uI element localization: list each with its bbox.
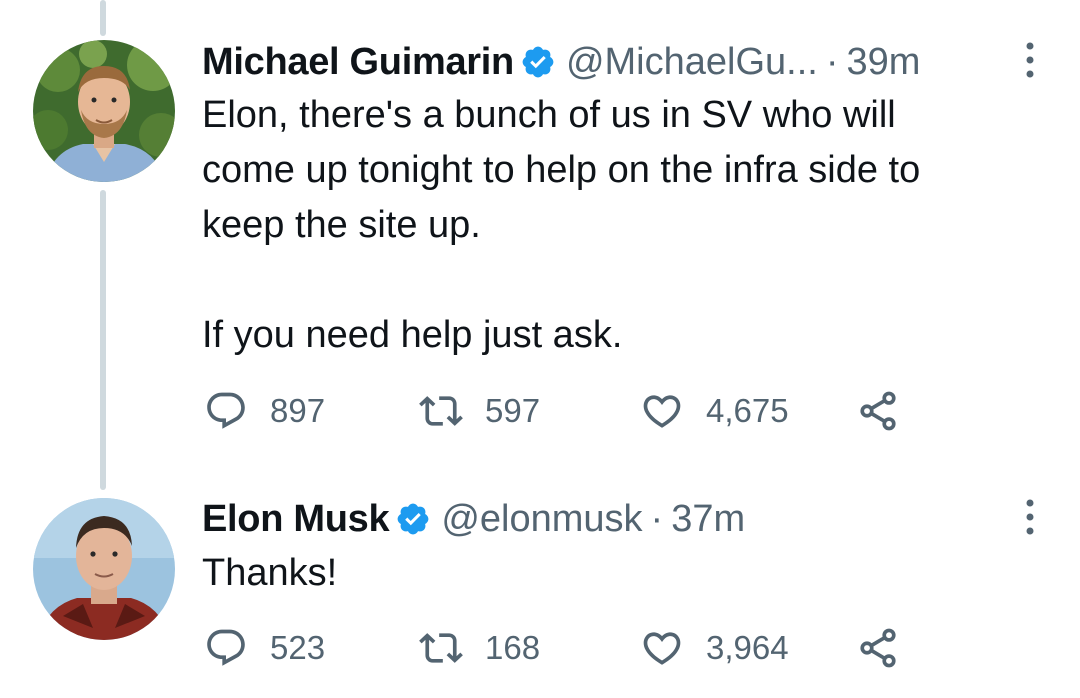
like-button[interactable]: 3,964 [640,625,789,671]
tweet-actions: 897 597 4,675 [204,388,964,434]
heart-icon [643,395,681,428]
tweet[interactable]: Michael Guimarin @MichaelGu... · 39m Elo… [0,0,1080,460]
verified-badge-icon [397,503,429,535]
retweet-button[interactable]: 597 [419,388,540,434]
timestamp[interactable]: 37m [671,498,745,541]
author-handle[interactable]: @MichaelGu... [566,41,818,84]
tweet-actions: 523 168 3,964 [204,625,964,671]
reply-button[interactable]: 523 [204,625,325,671]
like-button[interactable]: 4,675 [640,388,789,434]
tweet-header: Michael Guimarin @MichaelGu... · 39m [202,37,1040,87]
author-name[interactable]: Elon Musk [202,498,390,541]
more-options-icon[interactable] [1024,497,1036,537]
tweet-text: Elon, there's a bunch of us in SV who wi… [202,94,921,356]
author-name[interactable]: Michael Guimarin [202,41,514,84]
retweet-count: 168 [485,629,541,666]
more-options-icon[interactable] [1024,40,1036,80]
reply-count: 897 [270,392,326,429]
share-icon [860,391,896,431]
share-icon [860,628,896,668]
verified-badge-icon [522,46,554,78]
heart-icon [643,632,681,665]
separator-dot: · [825,40,839,83]
share-button[interactable] [856,625,900,671]
author-handle[interactable]: @elonmusk [441,498,642,541]
retweet-icon [419,396,463,426]
tweet-text: Thanks! [202,552,338,594]
reply-count: 523 [270,629,326,666]
reply-icon [207,392,245,429]
timestamp[interactable]: 39m [847,41,921,84]
avatar[interactable] [33,498,175,640]
tweet[interactable]: Elon Musk @elonmusk · 37m Thanks! 523 16… [0,480,1080,698]
share-button[interactable] [856,388,900,434]
separator-dot: · [650,497,664,540]
retweet-icon [419,633,463,663]
like-count: 3,964 [706,629,789,666]
like-count: 4,675 [706,392,789,429]
avatar[interactable] [33,40,175,182]
reply-button[interactable]: 897 [204,388,325,434]
tweet-header: Elon Musk @elonmusk · 37m [202,494,1040,544]
retweet-count: 597 [485,392,541,429]
retweet-button[interactable]: 168 [419,625,540,671]
reply-icon [207,629,245,666]
